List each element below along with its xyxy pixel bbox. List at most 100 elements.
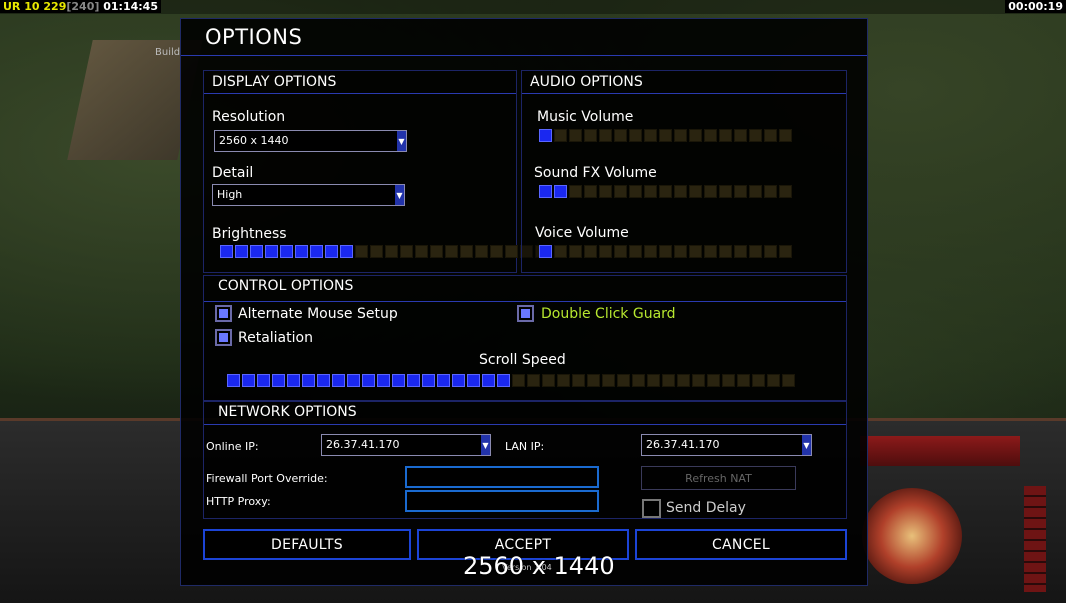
slider-segment[interactable]: [752, 374, 765, 387]
slider-segment[interactable]: [674, 245, 687, 258]
slider-segment[interactable]: [734, 245, 747, 258]
slider-segment[interactable]: [704, 185, 717, 198]
cancel-button[interactable]: CANCEL: [635, 529, 847, 560]
slider-segment[interactable]: [340, 245, 353, 258]
slider-segment[interactable]: [659, 129, 672, 142]
slider-segment[interactable]: [614, 129, 627, 142]
slider-segment[interactable]: [347, 374, 360, 387]
slider-segment[interactable]: [587, 374, 600, 387]
slider-segment[interactable]: [659, 185, 672, 198]
slider-segment[interactable]: [445, 245, 458, 258]
slider-segment[interactable]: [235, 245, 248, 258]
slider-segment[interactable]: [490, 245, 503, 258]
slider-segment[interactable]: [242, 374, 255, 387]
slider-segment[interactable]: [614, 245, 627, 258]
slider-segment[interactable]: [719, 245, 732, 258]
slider-segment[interactable]: [779, 129, 792, 142]
slider-segment[interactable]: [355, 245, 368, 258]
slider-segment[interactable]: [719, 129, 732, 142]
slider-segment[interactable]: [662, 374, 675, 387]
slider-segment[interactable]: [677, 374, 690, 387]
slider-segment[interactable]: [475, 245, 488, 258]
slider-segment[interactable]: [430, 245, 443, 258]
slider-segment[interactable]: [599, 185, 612, 198]
slider-segment[interactable]: [572, 374, 585, 387]
retaliation-checkbox[interactable]: [215, 329, 232, 346]
slider-segment[interactable]: [392, 374, 405, 387]
slider-segment[interactable]: [674, 185, 687, 198]
detail-dropdown[interactable]: High ▼: [212, 184, 405, 206]
slider-segment[interactable]: [527, 374, 540, 387]
slider-segment[interactable]: [265, 245, 278, 258]
http-proxy-input[interactable]: [405, 490, 599, 512]
slider-segment[interactable]: [452, 374, 465, 387]
slider-segment[interactable]: [325, 245, 338, 258]
slider-segment[interactable]: [482, 374, 495, 387]
slider-segment[interactable]: [644, 129, 657, 142]
slider-segment[interactable]: [317, 374, 330, 387]
slider-segment[interactable]: [302, 374, 315, 387]
slider-segment[interactable]: [370, 245, 383, 258]
slider-segment[interactable]: [674, 129, 687, 142]
lan-ip-dropdown[interactable]: 26.37.41.170 ▼: [641, 434, 812, 456]
slider-segment[interactable]: [332, 374, 345, 387]
slider-segment[interactable]: [629, 245, 642, 258]
slider-segment[interactable]: [272, 374, 285, 387]
slider-segment[interactable]: [554, 185, 567, 198]
slider-segment[interactable]: [437, 374, 450, 387]
slider-segment[interactable]: [539, 245, 552, 258]
slider-segment[interactable]: [227, 374, 240, 387]
slider-segment[interactable]: [362, 374, 375, 387]
sound-fx-volume-slider[interactable]: [539, 185, 792, 198]
slider-segment[interactable]: [749, 245, 762, 258]
slider-segment[interactable]: [415, 245, 428, 258]
online-ip-dropdown[interactable]: 26.37.41.170 ▼: [321, 434, 491, 456]
slider-segment[interactable]: [647, 374, 660, 387]
slider-segment[interactable]: [460, 245, 473, 258]
slider-segment[interactable]: [599, 129, 612, 142]
slider-segment[interactable]: [554, 245, 567, 258]
slider-segment[interactable]: [554, 129, 567, 142]
slider-segment[interactable]: [749, 129, 762, 142]
slider-segment[interactable]: [629, 129, 642, 142]
slider-segment[interactable]: [632, 374, 645, 387]
slider-segment[interactable]: [707, 374, 720, 387]
slider-segment[interactable]: [764, 185, 777, 198]
slider-segment[interactable]: [512, 374, 525, 387]
firewall-port-input[interactable]: [405, 466, 599, 488]
brightness-slider[interactable]: [220, 245, 548, 258]
slider-segment[interactable]: [779, 185, 792, 198]
slider-segment[interactable]: [250, 245, 263, 258]
slider-segment[interactable]: [644, 185, 657, 198]
slider-segment[interactable]: [767, 374, 780, 387]
slider-segment[interactable]: [220, 245, 233, 258]
defaults-button[interactable]: DEFAULTS: [203, 529, 411, 560]
slider-segment[interactable]: [764, 129, 777, 142]
slider-segment[interactable]: [629, 185, 642, 198]
slider-segment[interactable]: [617, 374, 630, 387]
voice-volume-slider[interactable]: [539, 245, 792, 258]
slider-segment[interactable]: [692, 374, 705, 387]
slider-segment[interactable]: [779, 245, 792, 258]
slider-segment[interactable]: [749, 185, 762, 198]
refresh-nat-button[interactable]: Refresh NAT: [641, 466, 796, 490]
slider-segment[interactable]: [734, 129, 747, 142]
slider-segment[interactable]: [287, 374, 300, 387]
slider-segment[interactable]: [539, 129, 552, 142]
slider-segment[interactable]: [689, 129, 702, 142]
send-delay-checkbox[interactable]: [642, 499, 661, 518]
slider-segment[interactable]: [704, 129, 717, 142]
slider-segment[interactable]: [569, 129, 582, 142]
music-volume-slider[interactable]: [539, 129, 792, 142]
slider-segment[interactable]: [400, 245, 413, 258]
slider-segment[interactable]: [497, 374, 510, 387]
slider-segment[interactable]: [584, 185, 597, 198]
slider-segment[interactable]: [734, 185, 747, 198]
slider-segment[interactable]: [557, 374, 570, 387]
slider-segment[interactable]: [385, 245, 398, 258]
slider-segment[interactable]: [644, 245, 657, 258]
slider-segment[interactable]: [467, 374, 480, 387]
slider-segment[interactable]: [539, 185, 552, 198]
slider-segment[interactable]: [569, 185, 582, 198]
slider-segment[interactable]: [737, 374, 750, 387]
